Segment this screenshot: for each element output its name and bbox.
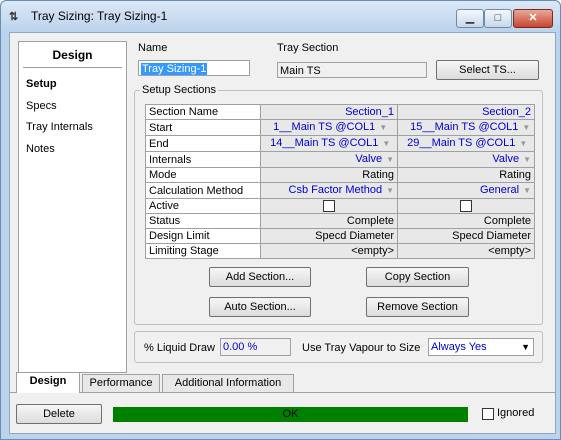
active-section-1 xyxy=(260,198,398,214)
name-label: Name xyxy=(138,42,168,54)
cell-value: Csb Factor Method xyxy=(288,184,383,196)
cell-value: 29__Main TS @COL1 xyxy=(407,137,516,149)
auto-section-button[interactable]: Auto Section... xyxy=(209,297,311,317)
close-button[interactable]: ✕ xyxy=(513,9,553,28)
active-checkbox-section-1[interactable] xyxy=(323,200,335,213)
column-header: Section Name xyxy=(145,104,261,120)
internals-section-2[interactable]: Valve ▼ xyxy=(397,151,535,168)
status-bar: OK xyxy=(113,407,468,422)
row-label: Limiting Stage xyxy=(145,243,261,259)
calc-method-section-2[interactable]: General ▼ xyxy=(397,182,535,199)
nav-item-tray-internals[interactable]: Tray Internals xyxy=(26,121,93,133)
tab-additional-information[interactable]: Additional Information xyxy=(162,374,294,392)
chevron-down-icon: ▼ xyxy=(521,342,530,352)
table-row-end: End 14__Main TS @COL1 ▼ 29__Main TS @COL1… xyxy=(145,135,535,152)
end-stage-section-1[interactable]: 14__Main TS @COL1 ▼ xyxy=(260,135,398,152)
dropdown-arrow-icon: ▼ xyxy=(519,139,528,148)
tab-divider xyxy=(10,392,555,393)
app-icon: ⇅ xyxy=(9,11,19,23)
tray-section-field: Main TS xyxy=(277,62,427,78)
cell-value: Valve xyxy=(355,153,383,165)
remove-section-button[interactable]: Remove Section xyxy=(366,297,469,317)
dropdown-arrow-icon: ▼ xyxy=(522,123,531,132)
status-section-1: Complete xyxy=(260,213,398,229)
tray-vapour-label: Use Tray Vapour to Size xyxy=(302,342,421,354)
window-title: Tray Sizing: Tray Sizing-1 xyxy=(31,9,168,23)
name-value: Tray Sizing-1 xyxy=(141,63,208,75)
add-section-button[interactable]: Add Section... xyxy=(209,267,311,287)
design-nav: Design Setup Specs Tray Internals Notes xyxy=(18,41,127,373)
liquid-draw-label: % Liquid Draw xyxy=(144,342,215,354)
nav-divider xyxy=(23,67,122,68)
row-label: Start xyxy=(145,119,261,136)
dropdown-arrow-icon: ▼ xyxy=(379,123,388,132)
copy-section-button[interactable]: Copy Section xyxy=(366,267,469,287)
row-label: Calculation Method xyxy=(145,182,261,199)
row-label: Design Limit xyxy=(145,228,261,244)
dropdown-arrow-icon: ▼ xyxy=(523,186,531,195)
tray-section-label: Tray Section xyxy=(277,42,339,54)
tab-design[interactable]: Design xyxy=(16,372,80,393)
internals-section-1[interactable]: Valve ▼ xyxy=(260,151,398,168)
tab-performance[interactable]: Performance xyxy=(82,374,160,392)
table-row-status: Status Complete Complete xyxy=(145,213,535,229)
minimize-button[interactable]: ▁ xyxy=(456,9,484,28)
tray-vapour-value: Always Yes xyxy=(431,341,487,353)
ignored-checkbox[interactable] xyxy=(482,408,494,420)
name-field[interactable]: Tray Sizing-1 xyxy=(138,60,250,76)
liquid-draw-field[interactable]: 0.00 % xyxy=(220,338,291,356)
delete-button[interactable]: Delete xyxy=(16,404,102,424)
design-limit-section-1: Specd Diameter xyxy=(260,228,398,244)
active-checkbox-section-2[interactable] xyxy=(460,200,472,213)
client-area: Design Setup Specs Tray Internals Notes … xyxy=(9,32,556,434)
sections-table: Section Name Section_1 Section_2 Start 1… xyxy=(145,104,535,259)
dropdown-arrow-icon: ▼ xyxy=(523,155,531,164)
dropdown-arrow-icon: ▼ xyxy=(386,155,394,164)
title-bar[interactable]: ⇅ Tray Sizing: Tray Sizing-1 ▁ □ ✕ xyxy=(1,1,560,31)
mode-section-2[interactable]: Rating xyxy=(397,167,535,183)
cell-value: 15__Main TS @COL1 xyxy=(410,121,519,133)
row-label: Mode xyxy=(145,167,261,183)
start-stage-section-2[interactable]: 15__Main TS @COL1 ▼ xyxy=(397,119,535,136)
table-header-row: Section Name Section_1 Section_2 xyxy=(145,104,535,120)
nav-item-setup[interactable]: Setup xyxy=(26,78,57,90)
cell-value: General xyxy=(479,184,520,196)
setup-sections-title: Setup Sections xyxy=(140,84,218,96)
cell-value: 14__Main TS @COL1 xyxy=(270,137,379,149)
select-ts-button[interactable]: Select TS... xyxy=(436,60,539,80)
start-stage-section-1[interactable]: 1__Main TS @COL1 ▼ xyxy=(260,119,398,136)
ignored-label: Ignored xyxy=(497,407,535,419)
end-stage-section-2[interactable]: 29__Main TS @COL1 ▼ xyxy=(397,135,535,152)
design-limit-section-2: Specd Diameter xyxy=(397,228,535,244)
table-row-design-limit: Design Limit Specd Diameter Specd Diamet… xyxy=(145,228,535,244)
dropdown-arrow-icon: ▼ xyxy=(386,186,394,195)
table-row-limiting-stage: Limiting Stage <empty> <empty> xyxy=(145,243,535,259)
dropdown-arrow-icon: ▼ xyxy=(382,139,391,148)
mode-section-1[interactable]: Rating xyxy=(260,167,398,183)
nav-item-notes[interactable]: Notes xyxy=(26,143,55,155)
active-section-2 xyxy=(397,198,535,214)
row-label: Active xyxy=(145,198,261,214)
table-row-calculation-method: Calculation Method Csb Factor Method ▼ Ge… xyxy=(145,182,535,199)
table-row-mode: Mode Rating Rating xyxy=(145,167,535,183)
column-header-section-2[interactable]: Section_2 xyxy=(397,104,535,120)
row-label: End xyxy=(145,135,261,152)
tray-sizing-window: ⇅ Tray Sizing: Tray Sizing-1 ▁ □ ✕ Desig… xyxy=(0,0,561,440)
table-row-internals: Internals Valve ▼ Valve ▼ xyxy=(145,151,535,168)
nav-item-specs[interactable]: Specs xyxy=(26,100,57,112)
cell-value: Valve xyxy=(492,153,520,165)
table-row-start: Start 1__Main TS @COL1 ▼ 15__Main TS @COL… xyxy=(145,119,535,136)
limiting-stage-section-1: <empty> xyxy=(260,243,398,259)
maximize-button[interactable]: □ xyxy=(484,9,512,28)
row-label: Status xyxy=(145,213,261,229)
row-label: Internals xyxy=(145,151,261,168)
nav-header: Design xyxy=(52,48,93,62)
cell-value: 1__Main TS @COL1 xyxy=(273,121,376,133)
status-section-2: Complete xyxy=(397,213,535,229)
tray-vapour-select[interactable]: Always Yes ▼ xyxy=(428,338,534,356)
column-header-section-1[interactable]: Section_1 xyxy=(260,104,398,120)
calc-method-section-1[interactable]: Csb Factor Method ▼ xyxy=(260,182,398,199)
limiting-stage-section-2: <empty> xyxy=(397,243,535,259)
table-row-active: Active xyxy=(145,198,535,214)
